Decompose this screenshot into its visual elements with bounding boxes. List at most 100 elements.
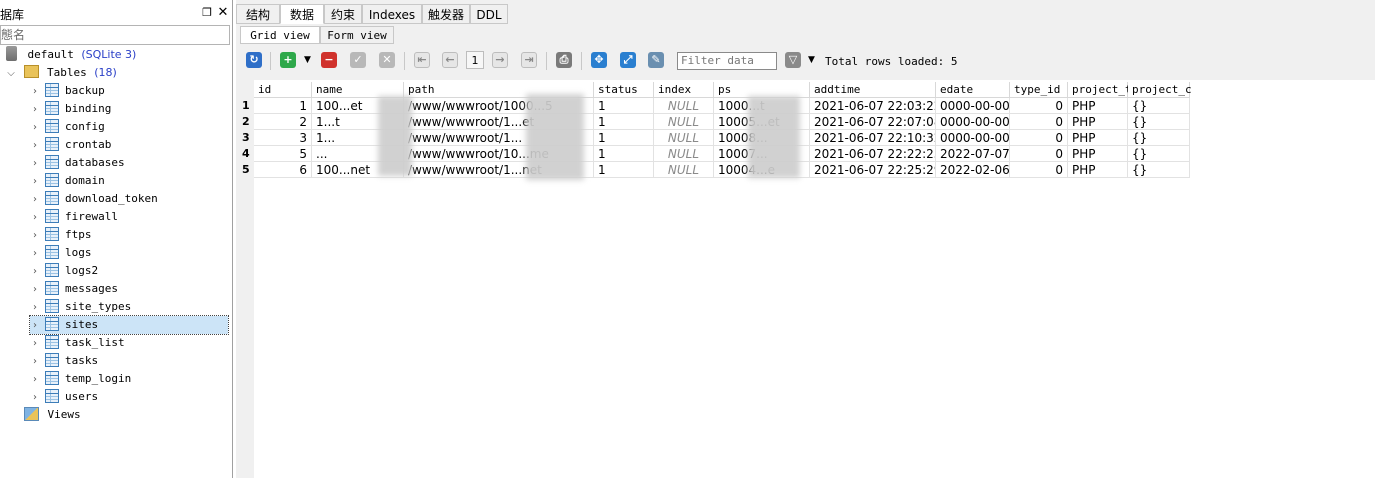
view-tab-2[interactable]: Form view — [320, 26, 394, 44]
add-row-dropdown-icon[interactable]: ▼ — [304, 55, 311, 65]
cell-type-id[interactable]: 0 — [1010, 114, 1068, 130]
cell-index[interactable]: NULL — [654, 98, 714, 114]
chevron-right-icon[interactable]: › — [30, 209, 40, 227]
tree-table-site_types[interactable]: › site_types — [30, 298, 131, 316]
tree-table-binding[interactable]: › binding — [30, 100, 111, 118]
delete-row-icon[interactable]: − — [321, 52, 337, 68]
cell-edate[interactable]: 0000-00-00 — [936, 98, 1010, 114]
view-tab-1[interactable]: Grid view — [240, 26, 320, 44]
cell-project-t[interactable]: PHP — [1068, 146, 1128, 162]
cell-status[interactable]: 1 — [594, 130, 654, 146]
tree-table-task_list[interactable]: › task_list — [30, 334, 125, 352]
cell-project-c[interactable]: {} — [1128, 98, 1190, 114]
fit-columns-icon[interactable]: ✥ — [591, 52, 607, 68]
cell-addtime[interactable]: 2021-06-07 22:22:25 — [810, 146, 936, 162]
tab-5[interactable]: 触发器 — [422, 4, 470, 24]
column-header-addtime[interactable]: addtime — [810, 82, 936, 98]
filter-data-input[interactable]: Filter data — [677, 52, 777, 70]
tree-table-temp_login[interactable]: › temp_login — [30, 370, 131, 388]
cell-type-id[interactable]: 0 — [1010, 130, 1068, 146]
cell-id[interactable]: 1 — [254, 98, 312, 114]
erase-icon[interactable]: ✎ — [648, 52, 664, 68]
chevron-right-icon[interactable]: › — [30, 335, 40, 353]
rollback-icon[interactable]: ✕ — [379, 52, 395, 68]
chevron-right-icon[interactable]: › — [30, 119, 40, 137]
cell-project-c[interactable]: {} — [1128, 114, 1190, 130]
tree-table-sites[interactable]: › sites — [29, 315, 229, 335]
cell-id[interactable]: 2 — [254, 114, 312, 130]
cell-project-c[interactable]: {} — [1128, 130, 1190, 146]
column-header-index[interactable]: index — [654, 82, 714, 98]
cell-index[interactable]: NULL — [654, 146, 714, 162]
filter-dropdown-icon[interactable]: ▼ — [808, 55, 815, 65]
chevron-right-icon[interactable]: › — [30, 245, 40, 263]
row-number[interactable]: 3 — [236, 130, 254, 146]
tree-table-download_token[interactable]: › download_token — [30, 190, 158, 208]
tab-3[interactable]: 约束 — [324, 4, 362, 24]
tree-views-node[interactable]: Views — [24, 406, 81, 424]
cell-type-id[interactable]: 0 — [1010, 98, 1068, 114]
chevron-right-icon[interactable]: › — [30, 191, 40, 209]
chevron-right-icon[interactable]: › — [30, 353, 40, 371]
cell-id[interactable]: 5 — [254, 146, 312, 162]
float-panel-icon[interactable]: ❐ — [201, 7, 213, 19]
cell-project-c[interactable]: {} — [1128, 162, 1190, 178]
print-icon[interactable]: ⎙ — [556, 52, 572, 68]
cell-project-t[interactable]: PHP — [1068, 162, 1128, 178]
first-page-icon[interactable]: ⇤ — [414, 52, 430, 68]
cell-edate[interactable]: 2022-07-07 — [936, 146, 1010, 162]
cell-type-id[interactable]: 0 — [1010, 162, 1068, 178]
next-page-icon[interactable]: → — [492, 52, 508, 68]
cell-addtime[interactable]: 2021-06-07 22:10:32 — [810, 130, 936, 146]
cell-id[interactable]: 6 — [254, 162, 312, 178]
column-header-project-t[interactable]: project_t — [1068, 82, 1132, 98]
chevron-down-icon[interactable]: ⌵ — [6, 65, 16, 83]
tree-table-backup[interactable]: › backup — [30, 82, 105, 100]
chevron-right-icon[interactable]: › — [30, 101, 40, 119]
cell-project-c[interactable]: {} — [1128, 146, 1190, 162]
chevron-right-icon[interactable]: › — [30, 281, 40, 299]
cell-index[interactable]: NULL — [654, 130, 714, 146]
cell-addtime[interactable]: 2021-06-07 22:07:08 — [810, 114, 936, 130]
tab-6[interactable]: DDL — [470, 4, 508, 24]
chevron-right-icon[interactable]: › — [30, 299, 40, 317]
tab-1[interactable]: 结构 — [236, 4, 280, 24]
cell-edate[interactable]: 2022-02-06 — [936, 162, 1010, 178]
commit-icon[interactable]: ✓ — [350, 52, 366, 68]
expand-icon[interactable]: ⤢ — [620, 52, 636, 68]
row-number[interactable]: 5 — [236, 162, 254, 178]
tree-table-logs2[interactable]: › logs2 — [30, 262, 98, 280]
cell-project-t[interactable]: PHP — [1068, 98, 1128, 114]
tree-table-ftps[interactable]: › ftps — [30, 226, 92, 244]
column-header-edate[interactable]: edate — [936, 82, 1010, 98]
row-number[interactable]: 4 — [236, 146, 254, 162]
tree-table-domain[interactable]: › domain — [30, 172, 105, 190]
column-header-type-id[interactable]: type_id — [1010, 82, 1068, 98]
row-number[interactable]: 2 — [236, 114, 254, 130]
chevron-right-icon[interactable]: › — [30, 227, 40, 245]
add-row-icon[interactable]: + — [280, 52, 296, 68]
chevron-right-icon[interactable]: › — [30, 137, 40, 155]
chevron-right-icon[interactable]: › — [30, 389, 40, 407]
tree-table-config[interactable]: › config — [30, 118, 105, 136]
cell-index[interactable]: NULL — [654, 114, 714, 130]
tree-table-databases[interactable]: › databases — [30, 154, 125, 172]
cell-status[interactable]: 1 — [594, 98, 654, 114]
cell-id[interactable]: 3 — [254, 130, 312, 146]
refresh-icon[interactable]: ↻ — [246, 52, 262, 68]
cell-status[interactable]: 1 — [594, 162, 654, 178]
column-header-project-c[interactable]: project_c — [1128, 82, 1192, 98]
column-header-status[interactable]: status — [594, 82, 654, 98]
page-number-field[interactable]: 1 — [466, 51, 484, 69]
cell-index[interactable]: NULL — [654, 162, 714, 178]
chevron-right-icon[interactable]: › — [30, 83, 40, 101]
close-panel-icon[interactable]: ✕ — [217, 6, 229, 19]
database-filter-input[interactable]: 態名 — [0, 25, 230, 45]
tree-table-logs[interactable]: › logs — [30, 244, 92, 262]
chevron-right-icon[interactable]: › — [30, 317, 40, 335]
last-page-icon[interactable]: ⇥ — [521, 52, 537, 68]
column-header-id[interactable]: id — [254, 82, 312, 98]
chevron-right-icon[interactable]: › — [30, 371, 40, 389]
cell-project-t[interactable]: PHP — [1068, 114, 1128, 130]
tree-table-firewall[interactable]: › firewall — [30, 208, 118, 226]
